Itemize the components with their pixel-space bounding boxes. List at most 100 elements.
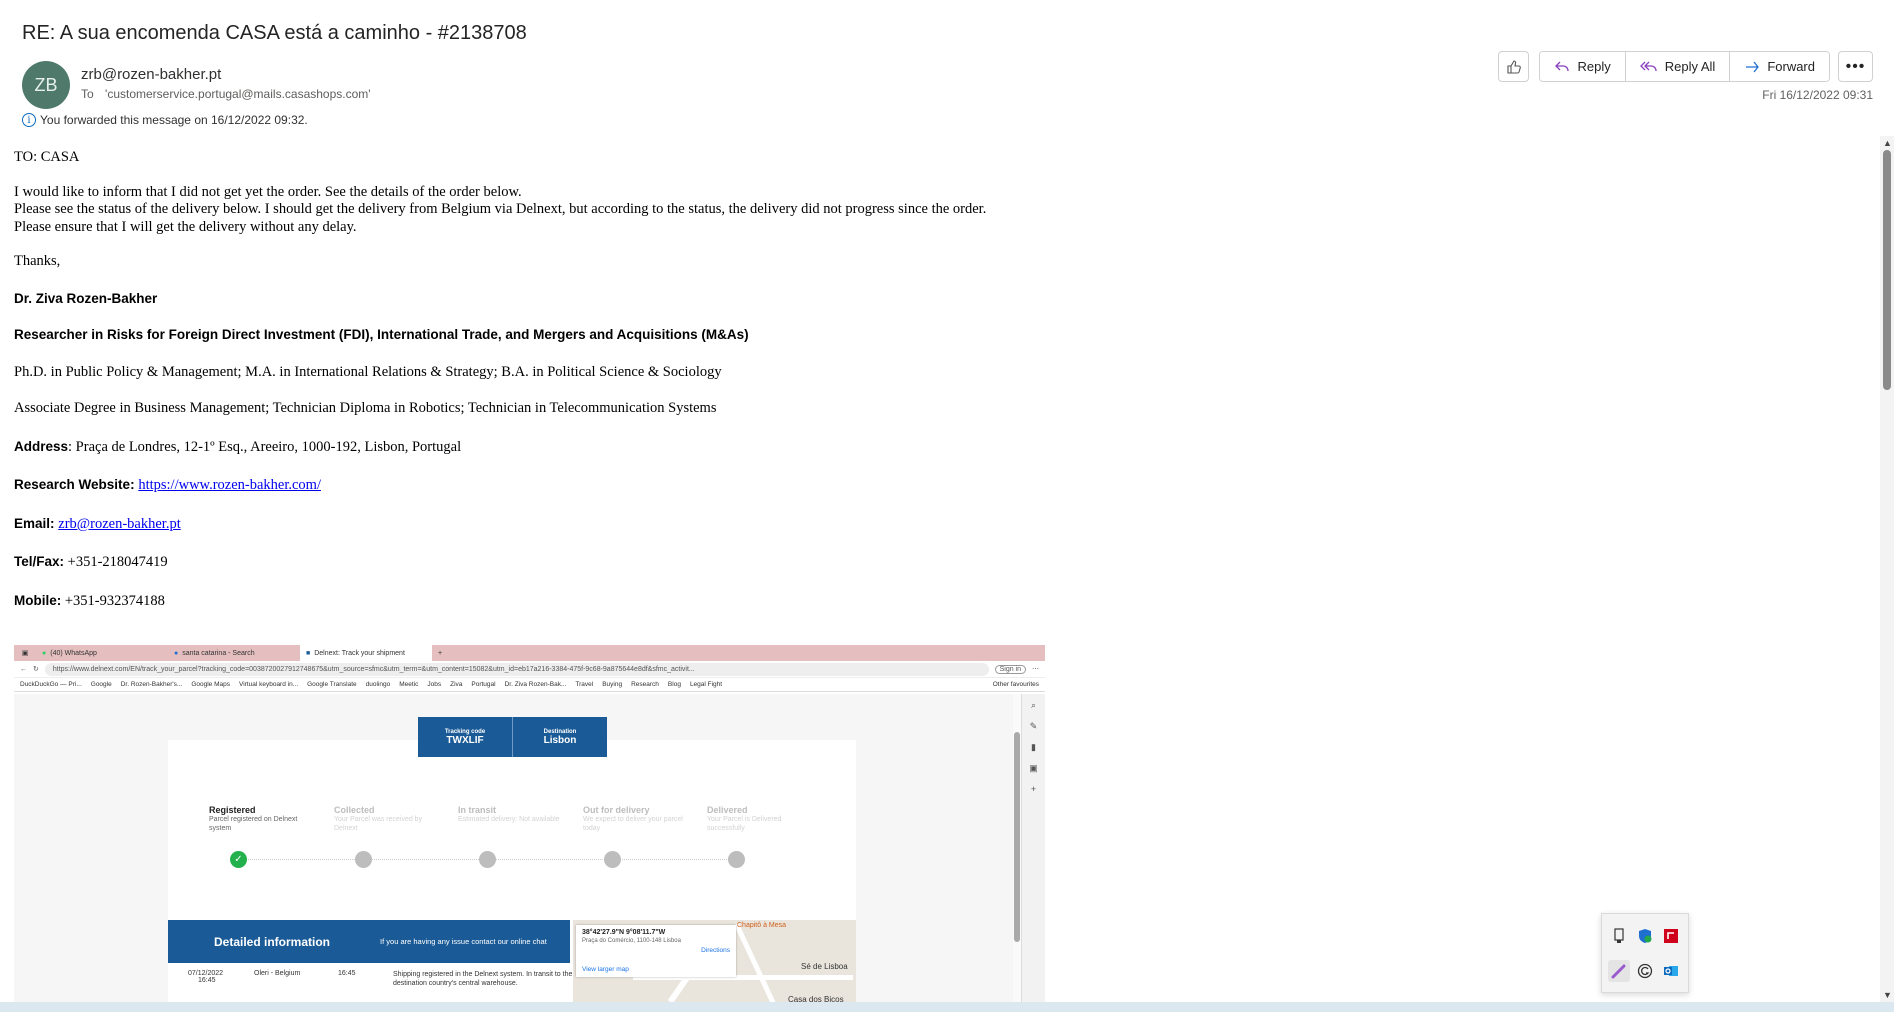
- thumbs-up-icon: [1507, 59, 1521, 74]
- forward-notice-text: You forwarded this message on 16/12/2022…: [40, 113, 308, 127]
- website-link[interactable]: https://www.rozen-bakher.com/: [138, 477, 321, 493]
- step-desc: We expect to deliver your parcel today: [583, 816, 683, 832]
- signature-associate: Associate Degree in Business Management;…: [14, 400, 717, 416]
- browser-tab-active: ■ Delnext: Track your shipment: [300, 645, 432, 661]
- forward-icon: [1746, 61, 1760, 72]
- tel-value: +351-218047419: [64, 554, 168, 570]
- sender-avatar[interactable]: ZB: [22, 61, 70, 109]
- row-time: 16:45: [338, 970, 356, 977]
- bookmark: Dr. Rozen-Bakher's...: [120, 681, 183, 688]
- email-label: Email: [14, 515, 51, 531]
- office-icon: ▮: [1031, 742, 1036, 752]
- map-directions: Directions: [701, 947, 730, 954]
- reply-all-label: Reply All: [1664, 59, 1716, 74]
- more-icon: •••: [1845, 57, 1866, 75]
- like-button[interactable]: [1498, 51, 1530, 82]
- reply-icon: [1555, 61, 1570, 71]
- bookmark: Legal Fight: [689, 681, 723, 688]
- map-address: Praça do Comércio, 1100-148 Lisboa: [582, 938, 681, 944]
- pen-icon[interactable]: [1608, 959, 1630, 982]
- reply-button[interactable]: Reply: [1540, 52, 1625, 81]
- bookmark: Google Maps: [191, 681, 230, 688]
- other-favourites: Other favourites: [992, 681, 1039, 688]
- step-desc: Estimated delivery: Not available: [458, 816, 560, 823]
- step-dot: [728, 851, 745, 868]
- security-icon[interactable]: [1634, 925, 1656, 947]
- map-label: Sé de Lisboa: [801, 962, 848, 971]
- forward-notice: i You forwarded this message on 16/12/20…: [22, 113, 308, 127]
- browser-tab-bar: ▣ ● (40) WhatsApp ● santa catarina - Searc…: [14, 645, 1045, 661]
- map-larger-link: View larger map: [582, 966, 629, 973]
- address-label: Address: [14, 438, 69, 454]
- message-toolbar: Reply Reply All Forward •••: [1498, 51, 1873, 82]
- tracking-code: TWXLIF: [446, 734, 484, 746]
- check-icon: ✓: [230, 851, 247, 868]
- email-link[interactable]: zrb@rozen-bakher.pt: [58, 516, 180, 532]
- usb-icon[interactable]: [1608, 925, 1630, 947]
- recipient-line: To 'customerservice.portugal@mails.casas…: [81, 87, 371, 101]
- delnext-icon: ■: [306, 649, 311, 657]
- message-scrollbar[interactable]: ▲ ▼: [1880, 136, 1894, 1002]
- search-icon: ⌕: [1030, 700, 1037, 710]
- bookmark: Jobs: [427, 681, 442, 688]
- signature-degrees: Ph.D. in Public Policy & Management; M.A…: [14, 363, 722, 380]
- to-label: To: [81, 87, 94, 101]
- body-line-1: I would like to inform that I did not ge…: [14, 183, 522, 200]
- signature-email: Email: zrb@rozen-bakher.pt: [14, 515, 181, 532]
- map-label: Chapitô à Mesa: [737, 922, 787, 929]
- recipient-address[interactable]: 'customerservice.portugal@mails.casashop…: [105, 87, 371, 101]
- bookmark: Virtual keyboard in...: [238, 681, 299, 688]
- search-icon: ●: [174, 649, 179, 657]
- bottom-strip: [0, 1002, 1894, 1012]
- email-subject: RE: A sua encomenda CASA está a caminho …: [22, 22, 527, 44]
- row-date-time: 16:45: [198, 977, 216, 984]
- body-greeting: TO: CASA: [14, 149, 80, 165]
- sender-address[interactable]: zrb@rozen-bakher.pt: [81, 66, 221, 83]
- tracking-row: 07/12/2022 16:45 Oleri - Belgium 16:45 Sh…: [188, 970, 578, 988]
- browser-address-bar: ← ↻ https://www.delnext.com/EN/track_your…: [14, 661, 1045, 678]
- forward-button[interactable]: Forward: [1729, 52, 1829, 81]
- browser-tab: ● (40) WhatsApp: [36, 645, 168, 661]
- more-actions-button[interactable]: •••: [1838, 51, 1873, 82]
- signature-name: Dr. Ziva Rozen-Bakher: [14, 290, 158, 306]
- browser-sidebar: ⌕ ✎ ▮ ▣ +: [1021, 694, 1045, 1005]
- step-delivered: Delivered Your Parcel is Delivered succes…: [707, 805, 817, 833]
- browser-tab-label: santa catarina - Search: [182, 649, 255, 657]
- reply-button-group: Reply Reply All Forward: [1539, 51, 1830, 82]
- step-out-for-delivery: Out for delivery We expect to deliver you…: [583, 805, 693, 833]
- amd-icon[interactable]: [1660, 925, 1682, 947]
- embedded-screenshot[interactable]: ▣ ● (40) WhatsApp ● santa catarina - Searc…: [14, 645, 1045, 1005]
- info-icon: i: [22, 113, 36, 127]
- body-thanks: Thanks,: [14, 253, 61, 269]
- step-title: Delivered: [707, 805, 748, 815]
- scroll-up-icon[interactable]: ▲: [1883, 138, 1892, 148]
- step-title: In transit: [458, 805, 497, 815]
- step-dot: [479, 851, 496, 868]
- bookmark: Google: [90, 681, 112, 688]
- bookmark: Travel: [575, 681, 594, 688]
- step-dot: [604, 851, 621, 868]
- signature-website: Research Website: https://www.rozen-bakh…: [14, 477, 321, 493]
- scroll-down-icon[interactable]: ▼: [1883, 990, 1892, 1000]
- bookmark: Meetic: [399, 681, 419, 688]
- forward-label: Forward: [1767, 59, 1815, 74]
- row-location: Oleri - Belgium: [254, 970, 301, 977]
- reply-all-button[interactable]: Reply All: [1624, 52, 1730, 81]
- detailed-info-bar: Detailed information If you are having a…: [168, 920, 570, 963]
- sign-in-button: Sign in: [994, 664, 1026, 674]
- bookmark: duolingo: [365, 681, 391, 688]
- bookmark: Google Translate: [307, 681, 357, 688]
- contact-chat-text: If you are having any issue contact our …: [380, 937, 547, 946]
- row-date-value: 07/12/2022: [188, 970, 224, 977]
- refresh-icon: ↻: [33, 666, 39, 673]
- new-tab-icon: +: [438, 649, 443, 657]
- step-desc: Your Parcel is Delivered successfully: [707, 816, 782, 832]
- scrollbar-thumb[interactable]: [1883, 150, 1891, 390]
- outlook-icon[interactable]: [1660, 960, 1682, 982]
- bookmark: Portugal: [471, 681, 496, 688]
- grammarly-icon[interactable]: [1634, 960, 1656, 982]
- bookmark: Dr. Ziva Rozen-Bak...: [504, 681, 567, 688]
- reply-all-icon: [1639, 61, 1657, 71]
- step-collected: Collected Your Parcel was received by Del…: [334, 805, 444, 833]
- mobile-label: Mobile:: [14, 592, 62, 608]
